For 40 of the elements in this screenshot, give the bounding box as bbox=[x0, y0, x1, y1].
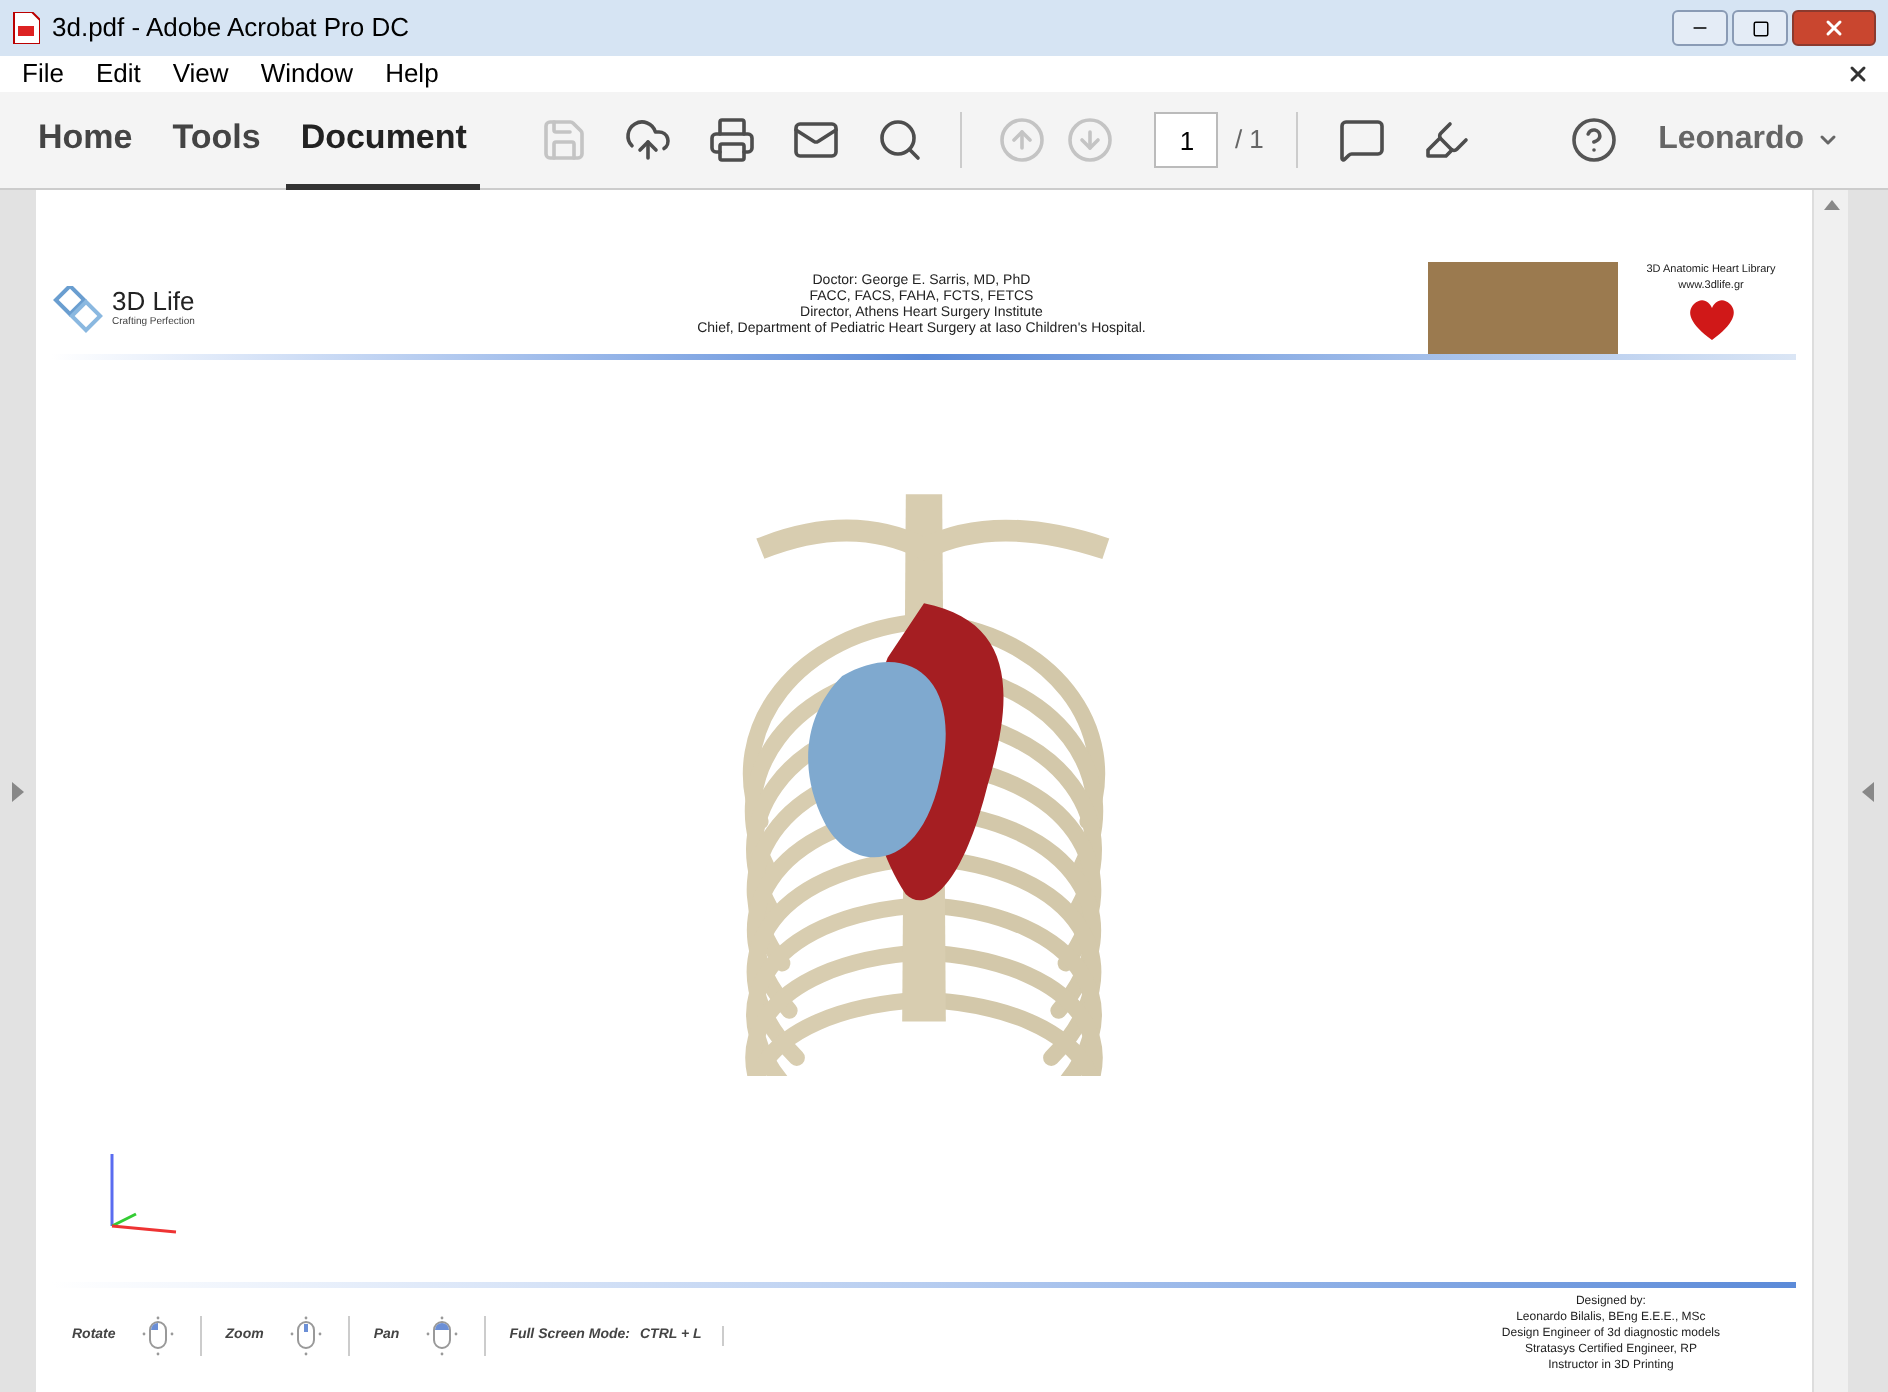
logo-text: 3D Life bbox=[112, 288, 195, 317]
close-icon bbox=[1846, 62, 1870, 86]
arrow-down-icon bbox=[1066, 116, 1115, 164]
save-icon bbox=[540, 116, 589, 164]
maximize-icon bbox=[1751, 19, 1769, 37]
logo-icon bbox=[52, 286, 104, 334]
mail-icon bbox=[792, 116, 841, 164]
axis-triad-drawing bbox=[108, 1150, 180, 1234]
comment-icon bbox=[1337, 116, 1386, 164]
help-icon bbox=[1570, 116, 1619, 164]
heart-icon bbox=[1685, 295, 1737, 343]
maximize-button[interactable] bbox=[1732, 10, 1788, 46]
menu-item[interactable]: View bbox=[156, 54, 245, 94]
expand-right-icon bbox=[1862, 781, 1874, 801]
arrow-up-icon bbox=[998, 116, 1047, 164]
mouse-icon bbox=[139, 1316, 176, 1356]
page-count: / 1 bbox=[1234, 122, 1264, 159]
highlighter-icon bbox=[1421, 116, 1470, 164]
window-title: 3d.pdf - Adobe Acrobat Pro DC bbox=[52, 10, 409, 47]
page-number-field[interactable]: 1 bbox=[1154, 112, 1219, 168]
tab[interactable]: Tools bbox=[158, 91, 275, 189]
expand-left-icon bbox=[12, 781, 24, 801]
close-button[interactable] bbox=[1792, 10, 1876, 46]
mouse-icon bbox=[287, 1316, 324, 1356]
right-panel-handle[interactable] bbox=[1848, 190, 1888, 1392]
search-icon bbox=[876, 116, 925, 164]
close-document-button[interactable] bbox=[1846, 62, 1870, 86]
user-menu-button[interactable]: Leonardo bbox=[1658, 116, 1840, 164]
pdf-file-icon bbox=[12, 12, 40, 44]
menu-item[interactable]: Help bbox=[369, 54, 455, 94]
cloud-upload-icon bbox=[624, 116, 673, 164]
menu-item[interactable]: File bbox=[6, 54, 80, 94]
help-button[interactable] bbox=[1570, 116, 1619, 164]
close-icon bbox=[1822, 16, 1846, 40]
menu-item[interactable]: Edit bbox=[79, 54, 157, 94]
left-panel-handle[interactable] bbox=[0, 190, 36, 1392]
printer-icon bbox=[708, 116, 757, 164]
mouse-icon bbox=[423, 1316, 460, 1356]
tab[interactable]: Home bbox=[24, 91, 147, 189]
menu-item[interactable]: Window bbox=[244, 54, 370, 94]
